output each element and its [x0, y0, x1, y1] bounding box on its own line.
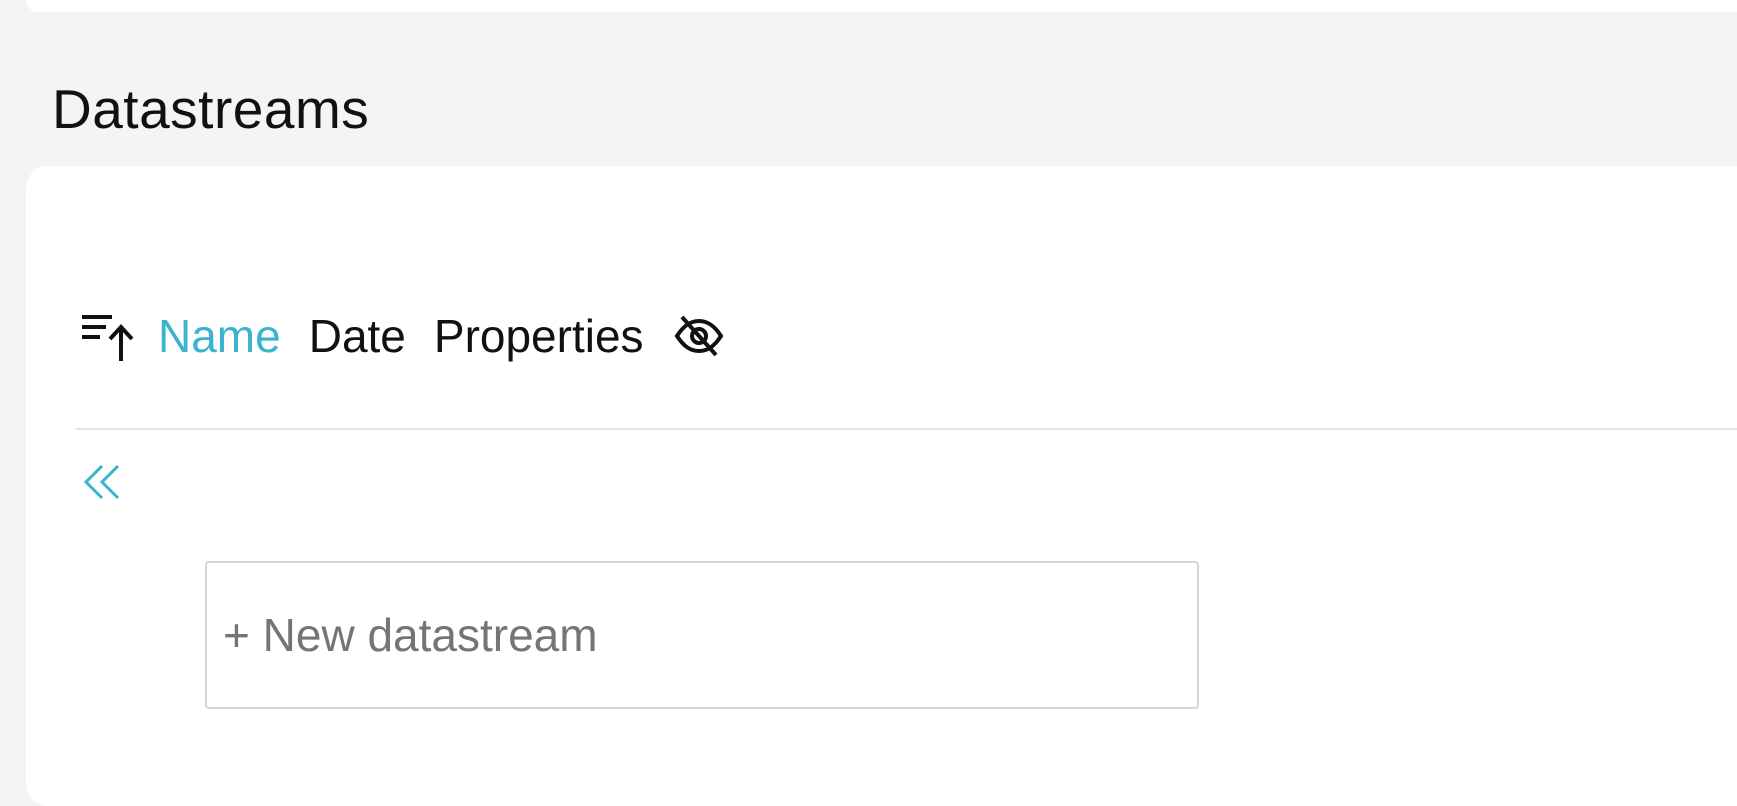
sort-by-name[interactable]: Name — [158, 300, 281, 372]
double-chevron-left-icon[interactable] — [78, 458, 126, 506]
sort-toolbar: Name Date Properties — [80, 300, 726, 372]
datastreams-card — [26, 166, 1737, 806]
eye-off-icon[interactable] — [672, 309, 726, 363]
section-title: Datastreams — [52, 78, 370, 140]
sort-by-properties[interactable]: Properties — [434, 300, 644, 372]
sort-ascending-icon[interactable] — [80, 307, 138, 365]
divider — [76, 428, 1737, 430]
top-card — [26, 0, 1737, 12]
sort-by-date[interactable]: Date — [309, 300, 406, 372]
new-datastream-input[interactable] — [205, 561, 1199, 709]
